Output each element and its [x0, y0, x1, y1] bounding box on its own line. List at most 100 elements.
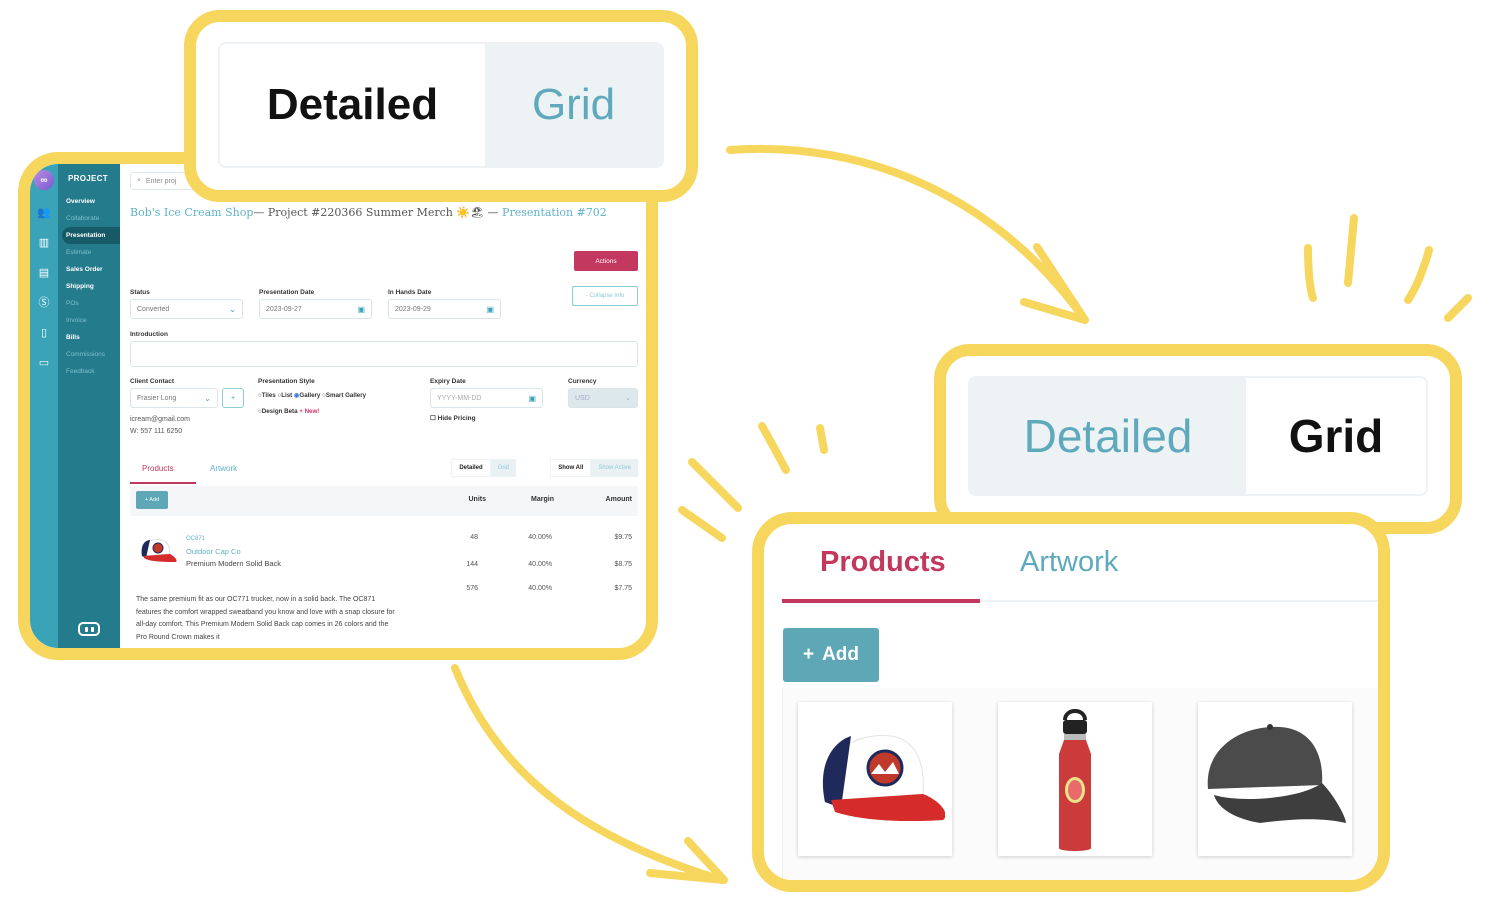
nav-section-title: PROJECT [68, 174, 108, 183]
calendar-icon[interactable]: ▣ [486, 305, 494, 314]
add-product-button[interactable]: + Add [783, 628, 879, 682]
view-grid-button[interactable]: Grid [1246, 378, 1426, 494]
nav-item-sales-order[interactable]: Sales Order [58, 261, 120, 278]
infinity-logo-icon[interactable]: ∞ [34, 170, 54, 190]
hide-pricing-checkbox[interactable]: ☐ Hide Pricing [430, 414, 543, 422]
view-detailed-button[interactable]: Detailed [220, 44, 485, 166]
spark [758, 422, 790, 474]
stage: ∞ 👥 ▥ ▤ Ⓢ ▯ ▭ PROJECT Overview Collabora… [0, 0, 1500, 900]
price-margin: 40.00% [528, 585, 552, 592]
collapse-info-button[interactable]: - Collapse Info [572, 286, 638, 306]
tab-products[interactable]: Products [820, 546, 946, 579]
dollar-circle-icon[interactable]: Ⓢ [37, 296, 51, 310]
tab-artwork[interactable]: Artwork [1020, 546, 1118, 579]
view-grid-button[interactable]: Grid [490, 459, 516, 477]
status-label: Status [130, 289, 150, 296]
actions-button[interactable]: Actions [574, 251, 638, 271]
detailed-toggle-callout: Detailed Grid [184, 10, 698, 202]
introduction-field: Introduction [130, 331, 638, 367]
price-units: 576 [466, 585, 478, 592]
hide-pricing-label: Hide Pricing [437, 415, 476, 422]
in-hands-date-value: 2023-09-29 [395, 305, 431, 313]
in-hands-date-input[interactable]: 2023-09-29 ▣ [388, 299, 501, 319]
book-icon[interactable]: ▭ [37, 356, 51, 370]
currency-value: USD [575, 394, 590, 402]
filter-toggle: Show All Show Active [550, 459, 638, 477]
show-active-button[interactable]: Show Active [591, 459, 638, 477]
view-detailed-button[interactable]: Detailed [451, 459, 491, 477]
price-margin: 40.00% [528, 561, 552, 568]
client-contact-select[interactable]: Frasier Long ⌄ [130, 388, 218, 408]
introduction-label: Introduction [130, 331, 168, 338]
view-grid-button[interactable]: Grid [485, 44, 662, 166]
arrow-head-2 [646, 837, 728, 884]
show-all-button[interactable]: Show All [550, 459, 592, 477]
nav-item-overview[interactable]: Overview [58, 193, 120, 210]
client-contact-label: Client Contact [130, 378, 175, 385]
expiry-date-placeholder: YYYY-MM-DD [437, 394, 482, 402]
introduction-textarea[interactable] [130, 341, 638, 367]
nav-item-shipping[interactable]: Shipping [58, 278, 120, 295]
nav-item-feedback[interactable]: Feedback [58, 363, 120, 380]
column-margin: Margin [531, 496, 554, 503]
status-select[interactable]: Converted ⌄ [130, 299, 243, 319]
add-contact-button[interactable]: + [222, 388, 244, 408]
presentation-date-input[interactable]: 2023-09-27 ▣ [259, 299, 372, 319]
expiry-date-input[interactable]: YYYY-MM-DD ▣ [430, 388, 543, 408]
search-icon: ⌕ [137, 177, 141, 184]
product-supplier[interactable]: Outdoor Cap Co [186, 547, 241, 556]
client-link[interactable]: Bob's Ice Cream Shop [130, 206, 253, 219]
product-code[interactable]: OC871 [186, 536, 205, 542]
calendar-icon[interactable]: ▣ [528, 394, 536, 403]
product-tile[interactable] [998, 702, 1152, 856]
nav-item-pos[interactable]: POs [58, 295, 120, 312]
app-screenshot-callout: ∞ 👥 ▥ ▤ Ⓢ ▯ ▭ PROJECT Overview Collabora… [18, 152, 658, 660]
app-window: ∞ 👥 ▥ ▤ Ⓢ ▯ ▭ PROJECT Overview Collabora… [30, 164, 646, 648]
product-tile[interactable] [1198, 702, 1352, 856]
expiry-date-label: Expiry Date [430, 378, 466, 385]
nav-item-bills[interactable]: Bills [58, 329, 120, 346]
nav-item-estimate[interactable]: Estimate [58, 244, 120, 261]
add-product-button[interactable]: + Add [136, 491, 168, 509]
project-title: — Project #220366 Summer Merch ☀️🏖 — [253, 206, 503, 219]
presentation-link[interactable]: Presentation #702 [502, 206, 607, 219]
spark [1404, 246, 1433, 304]
contact-email: icream@gmail.com [130, 416, 191, 423]
chevron-down-icon: ⌄ [204, 393, 211, 403]
tab-products[interactable]: Products [142, 464, 174, 473]
users-icon[interactable]: 👥 [37, 206, 51, 220]
project-nav: PROJECT Overview Collaborate Presentatio… [58, 164, 120, 648]
presentation-date-value: 2023-09-27 [266, 305, 302, 313]
price-units: 144 [466, 561, 478, 568]
chart-icon[interactable]: ▥ [37, 236, 51, 250]
product-name: Premium Modern Solid Back [186, 559, 282, 568]
view-toggle: Detailed Grid [451, 459, 516, 477]
product-description: The same premium fit as our OC771 trucke… [136, 596, 395, 641]
building-icon[interactable]: ▯ [37, 326, 51, 340]
presentation-style-radios: ○Tiles ○List ◉Gallery ○Smart Gallery ○De… [258, 388, 428, 420]
grid-view-callout: Products Artwork + Add [752, 512, 1390, 892]
calendar-icon[interactable]: ▣ [357, 305, 365, 314]
radio-design-beta[interactable]: ○Design Beta [258, 408, 298, 415]
column-units: Units [468, 496, 487, 503]
trucker-cap-image [822, 735, 945, 822]
nav-item-collaborate[interactable]: Collaborate [58, 210, 120, 227]
spark [688, 458, 742, 512]
robot-icon[interactable] [78, 622, 100, 636]
tab-artwork[interactable]: Artwork [210, 464, 237, 473]
nav-item-presentation[interactable]: Presentation [62, 227, 120, 244]
radio-gallery[interactable]: ◉Gallery [294, 392, 320, 399]
radio-list[interactable]: ○List [277, 392, 292, 399]
nav-item-commissions[interactable]: Commissions [58, 346, 120, 363]
table-header: + Add Units Margin Amount [130, 486, 638, 516]
water-bottle-image [1059, 709, 1091, 851]
price-margin: 40.00% [528, 534, 552, 541]
view-detailed-button[interactable]: Detailed [970, 378, 1246, 494]
radio-tiles[interactable]: ○Tiles [258, 392, 276, 399]
nav-item-invoice[interactable]: Invoice [58, 312, 120, 329]
radio-smart-gallery[interactable]: ○Smart Gallery [322, 392, 366, 399]
calendar-card-icon[interactable]: ▤ [37, 266, 51, 280]
product-tile[interactable] [798, 702, 952, 856]
currency-select[interactable]: USD ⌄ [568, 388, 638, 408]
chevron-down-icon: ⌄ [625, 395, 631, 402]
